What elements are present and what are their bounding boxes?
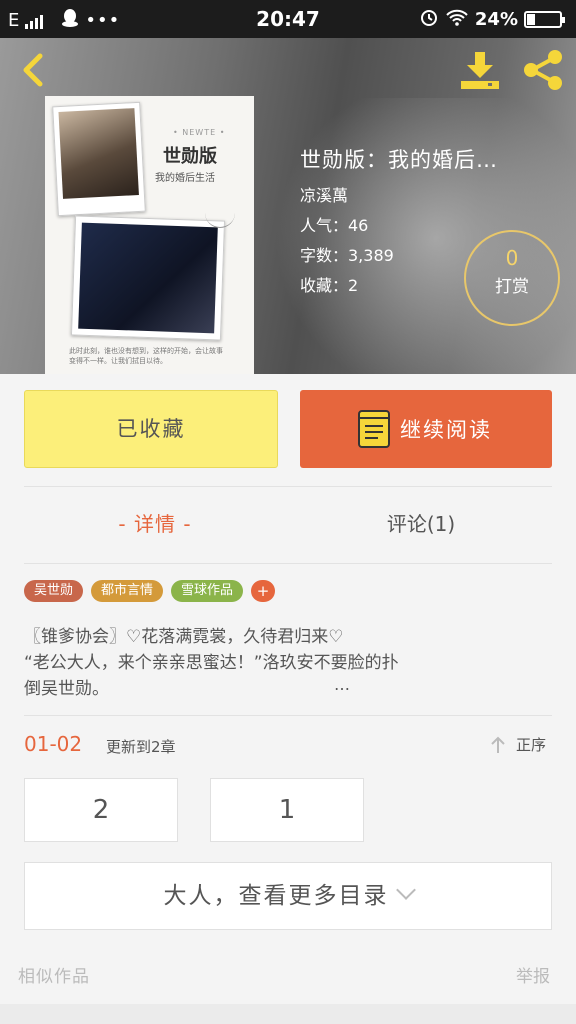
add-tag-button[interactable]: + xyxy=(251,580,276,602)
status-bar: E ••• 20:47 24% xyxy=(0,0,576,38)
intro-expand[interactable]: … xyxy=(334,672,350,698)
view-more-catalog-button[interactable]: 大人，查看更多目录 xyxy=(24,862,552,930)
alarm-icon xyxy=(419,7,439,32)
bottom-strip xyxy=(0,1004,576,1024)
tip-count: 0 xyxy=(505,246,519,270)
chevron-down-icon xyxy=(395,880,416,900)
continue-reading-label: 继续阅读 xyxy=(400,418,492,442)
cover-title: 世勋版 xyxy=(163,146,217,167)
cover-subtitle: 我的婚后生活 xyxy=(155,173,215,184)
sort-order-label: 正序 xyxy=(516,736,547,754)
battery-percent: 24% xyxy=(474,9,518,30)
book-favorites: 收藏：2 xyxy=(300,276,359,295)
divider xyxy=(24,715,552,716)
divider xyxy=(24,563,552,564)
book-intro[interactable]: 〖锥爹协会〗♡花落满霓裳，久待君归来♡ “老公大人，来个亲亲思蜜达！”洛玖安不要… xyxy=(24,624,554,702)
intro-line: 倒吴世勋。 xyxy=(24,679,109,699)
tip-label: 打赏 xyxy=(495,277,529,297)
cover-note: 此时此刻，谁也没有想到，这样的开始，会让故事变得不一样。让我们拭目以待。 xyxy=(69,347,223,365)
book-header: • NEWTE • 世勋版 我的婚后生活 此时此刻，谁也没有想到，这样的开始，会… xyxy=(0,38,576,374)
book-word-count: 字数：3,389 xyxy=(300,246,394,265)
update-date: 01-02 xyxy=(24,732,83,756)
download-icon xyxy=(461,52,499,89)
tag-chip[interactable]: 雪球作品 xyxy=(171,580,244,602)
divider xyxy=(24,486,552,487)
similar-works-label: 相似作品 xyxy=(18,967,90,987)
tip-button[interactable]: 0 打赏 xyxy=(464,230,560,326)
tab-comments[interactable]: 评论(1) xyxy=(326,508,516,537)
chevron-left-icon xyxy=(23,53,43,87)
chapter-button[interactable]: 1 xyxy=(210,778,364,842)
download-button[interactable] xyxy=(458,48,502,92)
update-status: 更新到2章 xyxy=(106,738,176,756)
share-icon xyxy=(524,50,562,90)
tag-list: 吴世勋 都市言情 雪球作品 + xyxy=(24,580,276,602)
cover-photo-boy xyxy=(70,215,226,341)
view-more-catalog-label: 大人，查看更多目录 xyxy=(163,883,389,909)
tab-detail[interactable]: - 详情 - xyxy=(60,508,250,537)
intro-line: 〖锥爹协会〗♡花落满霓裳，久待君归来♡ xyxy=(24,627,344,647)
battery-icon xyxy=(524,11,565,28)
cover-photo-girl xyxy=(52,101,146,217)
share-button[interactable] xyxy=(520,48,566,92)
tag-chip[interactable]: 都市言情 xyxy=(91,580,164,602)
favorited-button[interactable]: 已收藏 xyxy=(24,390,278,468)
tag-chip[interactable]: 吴世勋 xyxy=(24,580,84,602)
arrow-up-icon xyxy=(491,736,505,753)
intro-line: “老公大人，来个亲亲思蜜达！”洛玖安不要脸的扑 xyxy=(24,653,399,673)
book-popularity: 人气：46 xyxy=(300,216,369,235)
back-button[interactable] xyxy=(14,48,54,92)
sort-order-button[interactable]: 正序 xyxy=(490,734,546,755)
wifi-icon xyxy=(445,8,469,31)
book-author[interactable]: 凉溪萬 xyxy=(300,182,348,206)
report-button[interactable]: 举报 xyxy=(516,962,550,987)
book-cover[interactable]: • NEWTE • 世勋版 我的婚后生活 此时此刻，谁也没有想到，这样的开始，会… xyxy=(45,96,254,374)
cover-series: • NEWTE • xyxy=(173,128,226,137)
continue-reading-button[interactable]: 继续阅读 xyxy=(300,390,552,468)
chapter-button[interactable]: 2 xyxy=(24,778,178,842)
book-title: 世勋版：我的婚后… xyxy=(300,148,498,172)
book-icon xyxy=(358,410,390,448)
